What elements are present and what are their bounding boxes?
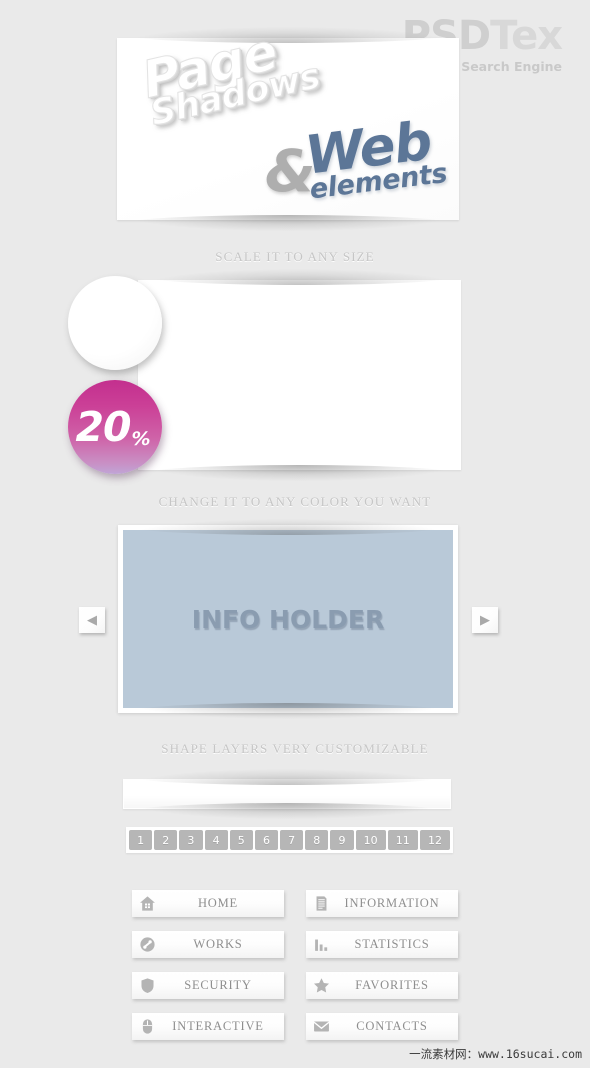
caption-color: CHANGE IT TO ANY COLOR YOU WANT [158, 494, 432, 509]
brand-name-accent: Tex [490, 13, 563, 59]
star-icon [309, 972, 334, 999]
discount-value: 20 [75, 402, 131, 451]
white-panel [138, 269, 461, 481]
hero-title-page-shadows: Page Shadows [136, 38, 324, 134]
shield-icon [135, 972, 160, 999]
info-holder-section: ◀ INFO HOLDER ▶ [0, 519, 590, 725]
menu-button-statistics[interactable]: STATISTICS [306, 931, 458, 958]
menu-button-works[interactable]: WORKS [132, 931, 284, 958]
menu-button-grid: HOME INFORMATION WORKS STATISTICS SECURITY FA… [0, 890, 590, 1040]
menu-button-contacts[interactable]: CONTACTS [306, 1013, 458, 1040]
menu-button-label: HOME [197, 896, 238, 910]
pagination-page-11[interactable]: 11 [387, 830, 418, 850]
search-bar[interactable] [123, 769, 451, 819]
chevron-left-icon: ◀ [87, 612, 97, 628]
mouse-icon [135, 1013, 160, 1040]
pagination-page-3[interactable]: 3 [179, 830, 203, 850]
pagination-page-1[interactable]: 1 [129, 830, 153, 850]
menu-button-label: INTERACTIVE [172, 1019, 264, 1033]
pagination-page-9[interactable]: 9 [330, 830, 354, 850]
hero-title-web-elements: Web elements [302, 111, 449, 206]
pagination-page-12[interactable]: 12 [419, 830, 451, 850]
pagination-page-8[interactable]: 8 [305, 830, 329, 850]
menu-button-interactive[interactable]: INTERACTIVE [132, 1013, 284, 1040]
tools-icon [135, 931, 160, 958]
shapes-section: 20 % [0, 269, 590, 481]
menu-button-label: SECURITY [184, 978, 252, 992]
menu-button-security[interactable]: SECURITY [132, 972, 284, 999]
pagination-page-5[interactable]: 5 [229, 830, 253, 850]
pagination-page-6[interactable]: 6 [254, 830, 279, 850]
white-panel-shadow-top [147, 269, 452, 285]
info-holder-shadow-bottom [132, 703, 444, 719]
menu-button-information[interactable]: INFORMATION [306, 890, 458, 917]
discount-unit: % [131, 428, 151, 450]
plain-circle-shape [68, 276, 162, 370]
menu-button-favorites[interactable]: FAVORITES [306, 972, 458, 999]
info-holder-panel[interactable]: INFO HOLDER [118, 519, 458, 719]
menu-button-home[interactable]: HOME [132, 890, 284, 917]
envelope-icon [309, 1013, 334, 1040]
pagination-page-4[interactable]: 4 [204, 830, 228, 850]
house-icon [135, 890, 160, 917]
chevron-right-icon: ▶ [480, 612, 490, 628]
info-holder-label: INFO HOLDER [191, 604, 385, 634]
caption-shape: SHAPE LAYERS VERY CUSTOMIZABLE [161, 741, 429, 756]
carousel-prev-button[interactable]: ◀ [79, 607, 105, 633]
white-panel-shadow-bottom [147, 465, 452, 481]
hero-banner: Page Shadows & Web elements [117, 27, 459, 231]
hero-artwork: Page Shadows & Web elements [117, 38, 459, 220]
menu-button-label: FAVORITES [355, 978, 429, 992]
menu-button-label: CONTACTS [356, 1019, 428, 1033]
pagination-page-7[interactable]: 7 [280, 830, 304, 850]
menu-button-label: INFORMATION [344, 896, 440, 910]
pagination-bar: 1 2 3 4 5 6 7 8 9 10 11 12 [126, 827, 453, 853]
caption-scale: SCALE IT TO ANY SIZE [215, 249, 375, 264]
info-holder-shadow-top [132, 519, 444, 535]
menu-button-label: STATISTICS [354, 937, 430, 951]
discount-badge: 20 % [68, 380, 162, 474]
menu-button-label: WORKS [193, 937, 243, 951]
document-icon [309, 890, 334, 917]
bar-chart-icon [309, 931, 334, 958]
footer-watermark: 一流素材网：www.16sucai.com [409, 1047, 582, 1061]
search-input[interactable] [124, 780, 450, 808]
pagination-page-10[interactable]: 10 [355, 830, 386, 850]
carousel-next-button[interactable]: ▶ [472, 607, 498, 633]
pagination-page-2[interactable]: 2 [154, 830, 178, 850]
